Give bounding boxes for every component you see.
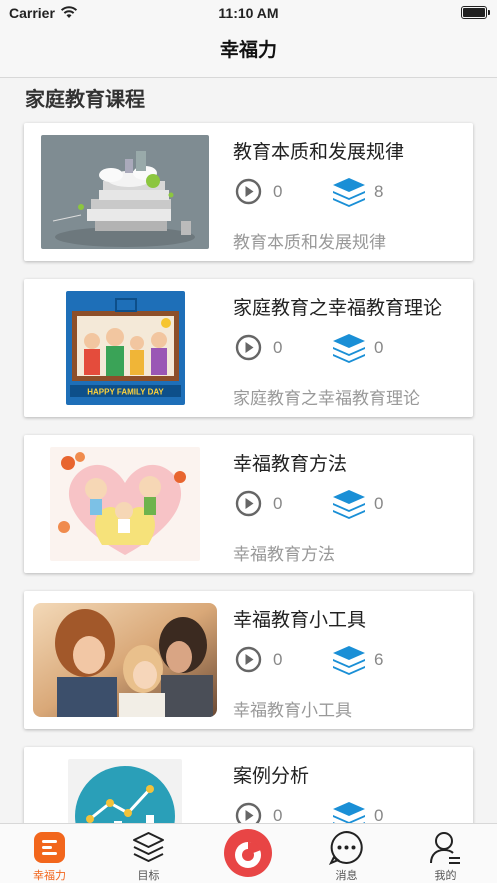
- tab-label: 目标: [137, 870, 160, 882]
- layers-icon: [333, 178, 365, 207]
- course-subtitle: 家庭教育之幸福教育理论: [233, 389, 420, 408]
- tab-home[interactable]: 幸福力: [0, 824, 99, 883]
- course-stats: 0 0: [235, 334, 465, 364]
- tab-goals[interactable]: 目标: [99, 824, 198, 883]
- lesson-count: 8: [374, 182, 384, 201]
- course-title: 案例分析: [233, 766, 310, 787]
- course-subtitle: 教育本质和发展规律: [233, 233, 386, 252]
- course-subtitle: 幸福教育小工具: [233, 701, 352, 720]
- layers-icon: [333, 334, 365, 363]
- tab-messages[interactable]: 消息: [297, 824, 396, 883]
- thumbnail-caption: HAPPY FAMILY DAY: [87, 388, 164, 397]
- tab-label: 我的: [434, 870, 457, 882]
- play-icon: [235, 802, 262, 823]
- section-title: 家庭教育课程: [25, 89, 145, 111]
- layers-icon: [333, 646, 365, 675]
- play-icon: [235, 334, 262, 361]
- layers-icon: [333, 802, 365, 823]
- course-stats: 0 8: [235, 178, 465, 208]
- play-count: 0: [273, 650, 283, 669]
- course-stats: 0 0: [235, 802, 465, 823]
- course-stats: 0 0: [235, 490, 465, 520]
- course-card[interactable]: 教育本质和发展规律 0 8 教育本质和发展规律: [24, 123, 473, 261]
- profile-icon: [430, 832, 460, 864]
- tab-label: 幸福力: [33, 870, 66, 882]
- tab-profile[interactable]: 我的: [396, 824, 495, 883]
- message-icon: [328, 830, 363, 865]
- course-subtitle: 幸福教育方法: [233, 545, 335, 564]
- layers-icon: [333, 490, 365, 519]
- course-thumbnail: [68, 759, 182, 823]
- course-card[interactable]: 案例分析 0 0: [24, 747, 473, 823]
- course-thumbnail: [41, 135, 209, 249]
- play-count: 0: [273, 494, 283, 513]
- course-card[interactable]: 幸福教育小工具 0 6 幸福教育小工具: [24, 591, 473, 729]
- play-count: 0: [273, 182, 283, 201]
- course-title: 幸福教育方法: [233, 454, 348, 475]
- tab-center[interactable]: [198, 824, 297, 883]
- lesson-count: 0: [374, 806, 384, 823]
- course-card[interactable]: 幸福教育方法 0 0 幸福教育方法: [24, 435, 473, 573]
- lesson-count: 6: [374, 650, 384, 669]
- tab-bar: 幸福力 目标 消息 我的: [0, 823, 497, 883]
- course-thumbnail: [50, 447, 200, 561]
- course-title: 幸福教育小工具: [233, 610, 367, 631]
- course-stats: 0 6: [235, 646, 465, 676]
- center-logo-icon: [224, 829, 272, 877]
- home-icon: [34, 832, 65, 863]
- lesson-count: 0: [374, 494, 384, 513]
- play-count: 0: [273, 338, 283, 357]
- course-card[interactable]: HAPPY FAMILY DAY 家庭教育之幸福教育理论 0 0 家庭教育之幸福…: [24, 279, 473, 417]
- course-thumbnail: HAPPY FAMILY DAY: [66, 291, 185, 405]
- course-thumbnail: [33, 603, 217, 717]
- tab-label: 消息: [335, 870, 358, 882]
- play-icon: [235, 646, 262, 673]
- course-title: 教育本质和发展规律: [233, 142, 405, 163]
- play-icon: [235, 490, 262, 517]
- course-list[interactable]: 家庭教育课程 教育本质和发展规律 0 8 教育本质和发展规律 HAPPY FAM…: [0, 0, 497, 823]
- lesson-count: 0: [374, 338, 384, 357]
- course-title: 家庭教育之幸福教育理论: [233, 298, 443, 319]
- play-count: 0: [273, 806, 283, 823]
- layers-icon: [133, 832, 164, 862]
- play-icon: [235, 178, 262, 205]
